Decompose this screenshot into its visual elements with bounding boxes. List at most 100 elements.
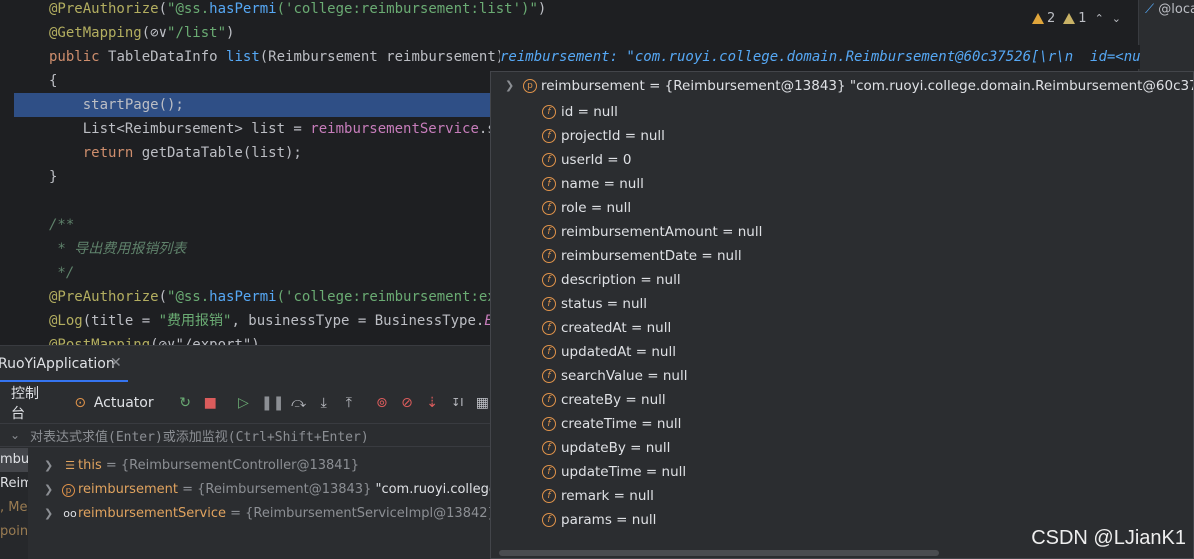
evaluate-bar[interactable]: ⌄ 对表达式求值(Enter)或添加监视(Ctrl+Shift+Enter) (0, 423, 490, 447)
field-value: null (645, 440, 671, 456)
chevron-right-icon[interactable]: ❯ (44, 478, 53, 502)
inspection-widget[interactable]: 2 1 ⌃ ⌄ (1032, 6, 1121, 30)
frame-item[interactable]: , Me (0, 496, 28, 520)
step-into-icon[interactable]: ⤓ (316, 395, 331, 411)
glasses-icon: oo (63, 507, 77, 520)
variable-row[interactable]: ❯ ☰ this = {ReimbursementController@1384… (30, 454, 490, 478)
equals-sign: = (631, 344, 652, 360)
field-icon: f (542, 177, 556, 191)
frame-item[interactable]: Reim (0, 472, 28, 496)
code-text: startPage(); (49, 93, 184, 117)
code-line[interactable]: * 导出费用报销列表 (0, 237, 490, 261)
breakpoints-icon[interactable]: ⊚ (374, 395, 389, 411)
frame-item[interactable]: mbur (0, 448, 28, 472)
code-line[interactable] (0, 189, 490, 213)
step-out-icon[interactable]: ⤒ (341, 395, 356, 411)
actuator-tab[interactable]: Actuator (94, 395, 154, 411)
code-line[interactable]: } (0, 165, 490, 189)
code-line[interactable]: @PostMapping(⊘∨"/export") (0, 333, 490, 345)
code-text: } (49, 165, 57, 189)
field-row[interactable]: f updatedAt = null (491, 340, 1193, 364)
code-line[interactable]: startPage(); (14, 93, 494, 117)
field-row[interactable]: f reimbursementDate = null (491, 244, 1193, 268)
code-line[interactable]: */ (0, 261, 490, 285)
code-token: "费用报销" (158, 313, 232, 329)
code-line[interactable]: @Log(title = "费用报销", businessType = Busi… (0, 309, 510, 333)
code-text: List<Reimbursement> list = reimbursement… (49, 117, 513, 141)
chevron-up-icon[interactable]: ⌃ (1095, 12, 1104, 25)
force-step-into-icon[interactable]: ⇣ (425, 395, 440, 411)
warning-count[interactable]: 2 (1032, 11, 1055, 26)
debug-value-popup[interactable]: ❯ p reimbursement = {Reimbursement@13843… (490, 71, 1194, 559)
field-row[interactable]: f reimbursementAmount = null (491, 220, 1193, 244)
field-icon: f (542, 345, 556, 359)
code-token: getDataTable(list); (141, 145, 302, 161)
variables-list: ❯ ☰ this = {ReimbursementController@1384… (30, 454, 490, 526)
chevron-down-icon[interactable]: ⌄ (1112, 12, 1121, 25)
field-row[interactable]: f createTime = null (491, 412, 1193, 436)
chevron-right-icon[interactable]: ❯ (44, 454, 53, 478)
code-token: "@ss. (167, 1, 210, 17)
field-row[interactable]: f updateTime = null (491, 460, 1193, 484)
mute-breakpoints-icon[interactable]: ⊘ (399, 395, 414, 411)
evaluate-input[interactable]: 对表达式求值(Enter)或添加监视(Ctrl+Shift+Enter) (30, 426, 369, 445)
field-row[interactable]: f updateBy = null (491, 436, 1193, 460)
field-value: null (656, 416, 682, 432)
rerun-icon[interactable]: ↻ (178, 395, 193, 411)
field-row[interactable]: f role = null (491, 196, 1193, 220)
field-row[interactable]: f id = null (491, 100, 1193, 124)
field-row[interactable]: f projectId = null (491, 124, 1193, 148)
popup-root-row[interactable]: ❯ p reimbursement = {Reimbursement@13843… (491, 72, 1193, 100)
code-token: (⊘∨ (141, 25, 168, 41)
variable-row[interactable]: ❯ p reimbursement = {Reimbursement@13843… (30, 478, 490, 502)
field-row[interactable]: f remark = null (491, 484, 1193, 508)
code-line[interactable]: public TableDataInfo list(Reimbursement … (0, 45, 504, 69)
field-name: description (561, 272, 637, 288)
code-line[interactable]: @PreAuthorize("@ss.hasPermi('college:rei… (0, 0, 546, 21)
code-line[interactable]: { (0, 69, 490, 93)
horizontal-scrollbar[interactable] (499, 550, 939, 556)
code-token: ( (158, 289, 168, 305)
evaluate-icon[interactable]: ▦ (475, 395, 490, 411)
frame-item[interactable]: poin (0, 520, 28, 544)
chevron-right-icon[interactable]: ❯ (44, 502, 53, 526)
tab-ruoyi-application[interactable]: RuoYiApplication (0, 356, 115, 372)
right-panel-tab[interactable]: ⟋ @loca (1145, 2, 1194, 17)
field-value: null (655, 272, 681, 288)
chevron-down-icon[interactable]: ❯ (505, 72, 514, 100)
code-token: } (49, 169, 58, 185)
code-token: hasPermi (209, 1, 277, 17)
resume-icon[interactable]: ▷ (236, 395, 251, 411)
field-icon: f (542, 489, 556, 503)
code-token: , businessType = BusinessType. (231, 313, 485, 329)
variable-row[interactable]: ❯ oo reimbursementService = {Reimburseme… (30, 502, 490, 526)
field-row[interactable]: f userId = 0 (491, 148, 1193, 172)
code-line[interactable]: List<Reimbursement> list = reimbursement… (0, 117, 513, 141)
field-row[interactable]: f createdAt = null (491, 316, 1193, 340)
field-row[interactable]: f name = null (491, 172, 1193, 196)
code-text: * 导出费用报销列表 (49, 237, 186, 261)
variable-name: this (78, 458, 102, 473)
code-line[interactable]: @PreAuthorize("@ss.hasPermi('college:rei… (0, 285, 513, 309)
code-text: @Log(title = "费用报销", businessType = Busi… (49, 309, 510, 333)
pause-icon[interactable]: ❚❚ (261, 395, 284, 411)
console-tab[interactable]: 控制台 (11, 383, 51, 423)
code-line[interactable]: return getDataTable(list); (0, 141, 490, 165)
field-name: searchValue (561, 368, 643, 384)
chevron-down-icon[interactable]: ⌄ (0, 428, 30, 442)
field-row[interactable]: f status = null (491, 292, 1193, 316)
close-icon[interactable]: ✕ (110, 355, 122, 371)
stop-icon[interactable]: ■ (203, 395, 218, 411)
field-row[interactable]: f searchValue = null (491, 364, 1193, 388)
code-line[interactable]: @GetMapping(⊘∨"/list") (0, 21, 490, 45)
field-row[interactable]: f description = null (491, 268, 1193, 292)
field-row[interactable]: f createBy = null (491, 388, 1193, 412)
debug-panel: RuoYiApplication ✕ 控制台 ⊙ Actuator ↻ ■ ▷ … (0, 345, 490, 559)
step-over-icon[interactable]: ⤼ (291, 395, 306, 411)
run-to-cursor-icon[interactable]: ↧I (450, 395, 465, 411)
field-name: createBy (561, 392, 622, 408)
weak-warning-count[interactable]: 1 (1063, 11, 1087, 26)
field-name: remark (561, 488, 610, 504)
param-icon: p (523, 79, 537, 93)
code-line[interactable]: /** (0, 213, 490, 237)
